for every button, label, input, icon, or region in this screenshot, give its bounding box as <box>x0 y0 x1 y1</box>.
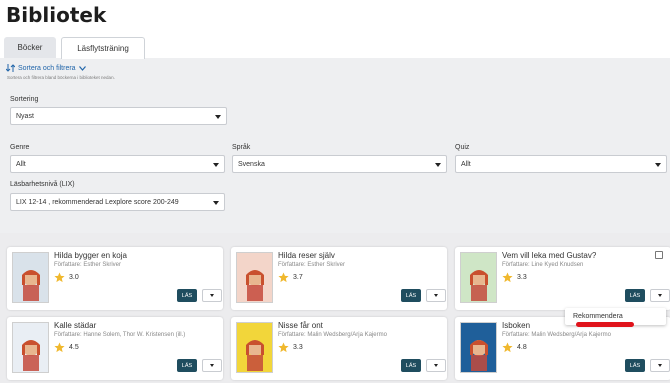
read-button[interactable]: LÄS <box>177 289 197 302</box>
more-options-button[interactable] <box>202 289 222 302</box>
book-title[interactable]: Hilda bygger en koja <box>54 251 127 260</box>
star-icon <box>54 272 65 283</box>
sort-label: Sortering <box>10 96 39 103</box>
lix-select[interactable]: LIX 12-14 , rekommenderad Lexplore score… <box>10 193 225 211</box>
book-card[interactable]: Kalle städar Författare: Hanne Solem, Tho… <box>7 317 223 380</box>
genre-value: Allt <box>16 160 26 168</box>
book-author: Författare: Esther Skriver <box>54 262 122 268</box>
tab-books[interactable]: Böcker <box>4 37 56 58</box>
sort-icon <box>6 64 15 72</box>
caret-down-icon <box>215 115 221 119</box>
book-cover[interactable] <box>12 252 49 303</box>
book-cover[interactable] <box>460 252 497 303</box>
book-cover[interactable] <box>460 322 497 373</box>
star-icon <box>278 272 289 283</box>
book-author: Författare: Malin Wedsberg/Arja Kajermo <box>278 332 387 338</box>
book-title[interactable]: Hilda reser själv <box>278 251 335 260</box>
language-select[interactable]: Svenska <box>232 155 447 173</box>
read-button[interactable]: LÄS <box>401 289 421 302</box>
highlight-mark <box>576 322 634 327</box>
more-options-button[interactable] <box>202 359 222 372</box>
more-options-button[interactable] <box>426 289 446 302</box>
sort-filter-toggle[interactable]: Sortera och filtrera <box>6 64 86 72</box>
caret-down-icon <box>213 201 219 205</box>
read-button[interactable]: LÄS <box>625 359 645 372</box>
read-button[interactable]: LÄS <box>401 359 421 372</box>
lix-value: LIX 12-14 , rekommenderad Lexplore score… <box>16 198 179 206</box>
book-rating: 3.7 <box>293 274 303 281</box>
lix-label: Läsbarhetsnivå (LIX) <box>10 181 75 188</box>
book-card[interactable]: Nisse får ont Författare: Malin Wedsberg/… <box>231 317 447 380</box>
book-rating: 3.3 <box>517 274 527 281</box>
tab-reading-fluency[interactable]: Läsflytsträning <box>61 37 145 59</box>
filter-subtitle: Sortera och filtrera bland böckerna i bi… <box>7 75 115 80</box>
star-icon <box>502 342 513 353</box>
genre-select[interactable]: Allt <box>10 155 225 173</box>
book-cover[interactable] <box>236 252 273 303</box>
book-cover-illustration <box>237 323 272 372</box>
read-button[interactable]: LÄS <box>177 359 197 372</box>
header: Bibliotek Böcker Läsflytsträning <box>0 0 670 59</box>
book-author: Författare: Line Kyed Knudsen <box>502 262 584 268</box>
book-rating: 3.3 <box>293 344 303 351</box>
book-title[interactable]: Vem vill leka med Gustav? <box>502 251 596 260</box>
sort-value: Nyast <box>16 112 34 120</box>
book-author: Författare: Hanne Solem, Thor W. Kristen… <box>54 332 186 338</box>
book-cover-illustration <box>13 253 48 302</box>
book-cover-illustration <box>461 323 496 372</box>
read-button[interactable]: LÄS <box>625 289 645 302</box>
quiz-label: Quiz <box>455 144 470 151</box>
book-author: Författare: Esther Skriver <box>278 262 346 268</box>
star-icon <box>502 272 513 283</box>
genre-label: Genre <box>10 144 30 151</box>
sort-filter-label: Sortera och filtrera <box>18 64 76 72</box>
book-rating: 4.8 <box>517 344 527 351</box>
caret-down-icon <box>435 163 441 167</box>
more-options-button[interactable] <box>426 359 446 372</box>
caret-down-icon <box>213 163 219 167</box>
caret-down-icon <box>655 163 661 167</box>
chevron-down-icon <box>78 65 86 71</box>
more-options-button[interactable] <box>650 359 670 372</box>
page-title: Bibliotek <box>6 3 107 27</box>
book-title[interactable]: Isboken <box>502 321 530 330</box>
book-title[interactable]: Nisse får ont <box>278 321 323 330</box>
book-rating: 4.5 <box>69 344 79 351</box>
language-value: Svenska <box>238 160 265 168</box>
book-author: Författare: Malin Wedsberg/Arja Kajermo <box>502 332 611 338</box>
book-card[interactable]: Hilda reser själv Författare: Esther Skri… <box>231 247 447 310</box>
book-cover-illustration <box>461 253 496 302</box>
quiz-select[interactable]: Allt <box>455 155 667 173</box>
book-cover[interactable] <box>12 322 49 373</box>
select-checkbox[interactable] <box>655 251 663 259</box>
book-cover-illustration <box>13 323 48 372</box>
book-rating: 3.0 <box>69 274 79 281</box>
quiz-value: Allt <box>461 160 471 168</box>
book-card[interactable]: Isboken Författare: Malin Wedsberg/Arja K… <box>455 317 670 380</box>
star-icon <box>54 342 65 353</box>
book-card[interactable]: Hilda bygger en koja Författare: Esther S… <box>7 247 223 310</box>
book-title[interactable]: Kalle städar <box>54 321 96 330</box>
book-card[interactable]: Vem vill leka med Gustav? Författare: Lin… <box>455 247 670 310</box>
language-label: Språk <box>232 144 251 151</box>
more-options-button[interactable] <box>650 289 670 302</box>
star-icon <box>278 342 289 353</box>
book-cover[interactable] <box>236 322 273 373</box>
sort-select[interactable]: Nyast <box>10 107 227 125</box>
book-cover-illustration <box>237 253 272 302</box>
